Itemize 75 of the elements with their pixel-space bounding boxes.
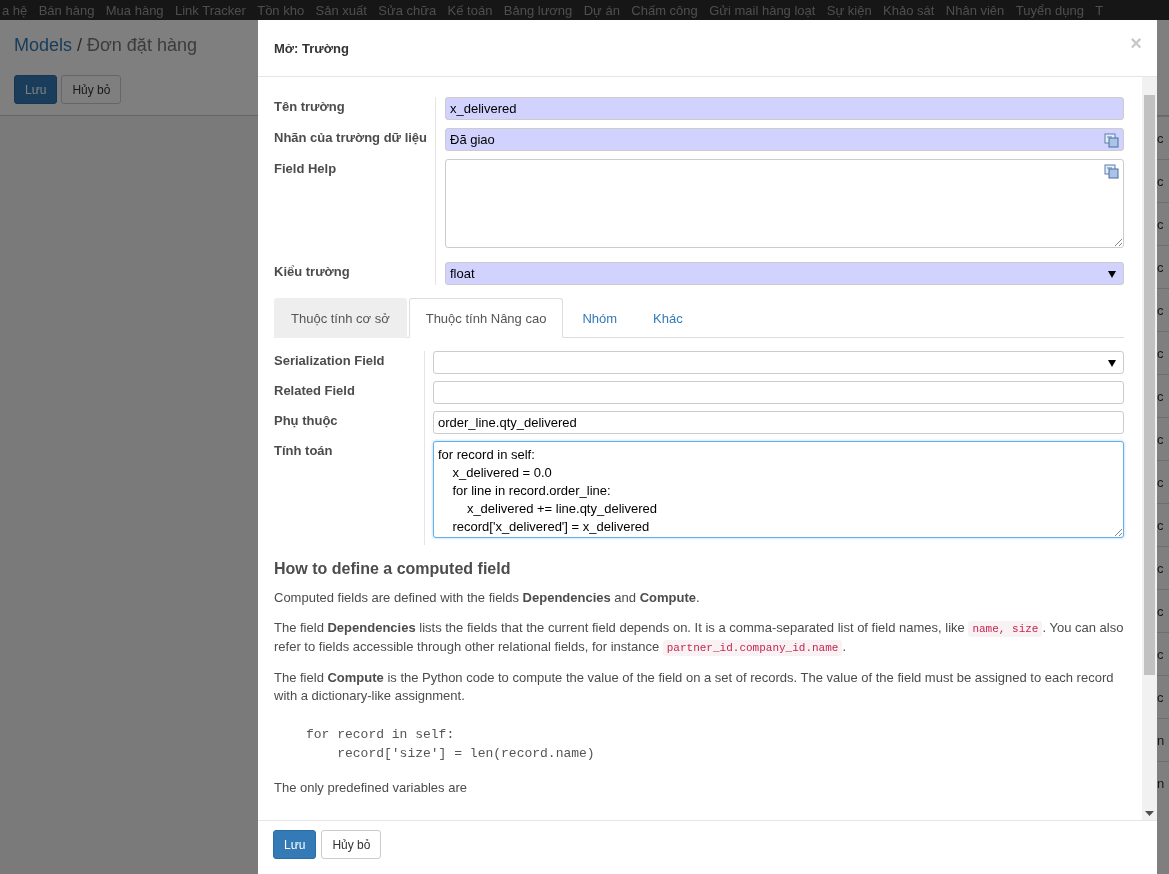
list-cell-text: c: [1157, 130, 1164, 146]
field-label: Nhãn của trường dữ liệu: [274, 129, 428, 145]
list-cell-text: c: [1157, 345, 1164, 361]
text-field[interactable]: [433, 381, 1124, 404]
list-cell-text: c: [1157, 388, 1164, 404]
list-cell-text: c: [1157, 474, 1164, 490]
menu-item[interactable]: Tuyển dụng: [1015, 2, 1084, 18]
translation-icon[interactable]: [1104, 133, 1119, 148]
field-label: Serialization Field: [274, 352, 385, 368]
text-field[interactable]: x_delivered: [445, 97, 1124, 120]
menu-item[interactable]: Mua hàng: [105, 2, 164, 18]
list-cell-text: c: [1157, 216, 1164, 232]
menu-item[interactable]: Bảng lương: [503, 2, 573, 18]
discard-button[interactable]: Hủy bỏ: [321, 830, 382, 859]
textarea-field[interactable]: [445, 159, 1124, 248]
code-example: for record in self: record['size'] = len(record.name): [306, 726, 596, 763]
list-cell-text: c: [1157, 689, 1164, 705]
help-paragraph: The field Dependencies lists the fields that the current field depends on. It is a comma-separated list of field names, like name, size . You can also refer to fields accessible through other relational fields, for instance partner_id.company_id.name .: [274, 619, 1124, 657]
list-cell-text: n: [1157, 732, 1165, 748]
resize-handle-icon[interactable]: [1114, 528, 1122, 536]
breadcrumb-current: Đơn đặt hàng: [87, 35, 197, 56]
menu-item[interactable]: Sửa chữa: [378, 2, 437, 18]
menu-item[interactable]: Gửi mail hàng loạt: [709, 2, 816, 18]
help-heading: How to define a computed field: [274, 560, 512, 578]
caret-icon: [1108, 270, 1116, 278]
menu-item[interactable]: Khảo sát: [883, 2, 935, 18]
field-label: Related Field: [274, 382, 355, 398]
help-paragraph: Computed fields are defined with the fields Dependencies and Compute.: [274, 589, 701, 607]
scrollbar[interactable]: [1142, 77, 1157, 820]
menu-item[interactable]: Nhân viên: [945, 2, 1005, 18]
tab[interactable]: Thuộc tính Nâng cao: [408, 298, 564, 338]
list-cell-text: c: [1157, 259, 1164, 275]
tab[interactable]: Nhóm: [565, 298, 635, 338]
list-cell-text: n: [1157, 775, 1165, 791]
translation-icon[interactable]: [1104, 164, 1119, 179]
field-label: Tính toán: [274, 442, 333, 458]
select-field[interactable]: [433, 351, 1124, 374]
help-paragraph: The only predefined variables are: [274, 779, 468, 797]
list-cell-text: c: [1157, 302, 1164, 318]
close-button[interactable]: ×: [1130, 33, 1142, 53]
list-cell-text: c: [1157, 603, 1164, 619]
list-cell-text: c: [1157, 560, 1164, 576]
menu-item[interactable]: a hệ: [2, 2, 28, 18]
breadcrumb-link[interactable]: Models: [14, 35, 73, 56]
list-cell-text: c: [1157, 431, 1164, 447]
field-label: Tên trường: [274, 98, 345, 114]
tab[interactable]: Thuộc tính cơ sở: [274, 298, 407, 338]
save-button[interactable]: Lưu: [14, 75, 58, 104]
arrow-down-icon[interactable]: [1145, 811, 1154, 817]
textarea-field[interactable]: for record in self: x_delivered = 0.0 for line in record.order_line: x_delivered += line.qty_delivered record['x_delivered'] = x_delivered: [433, 441, 1124, 538]
field-label: Field Help: [274, 160, 337, 176]
menu-item[interactable]: Tồn kho: [257, 2, 305, 18]
list-cell-text: c: [1157, 646, 1164, 662]
list-cell-text: c: [1157, 517, 1164, 533]
menu-item[interactable]: Kế toán: [447, 2, 493, 18]
field-label: Kiểu trường: [274, 263, 350, 279]
menu-item[interactable]: Dự án: [583, 2, 620, 18]
field-label: Phụ thuộc: [274, 412, 338, 428]
menu-item[interactable]: Sản xuất: [315, 2, 367, 18]
menu-item[interactable]: Link Tracker: [175, 2, 246, 18]
menu-item[interactable]: Chấm công: [631, 2, 698, 18]
caret-icon: [1108, 359, 1116, 367]
text-field[interactable]: Đã giao: [445, 128, 1124, 151]
dialog-title: Mở: Trường: [274, 40, 349, 56]
menu-item[interactable]: T: [1095, 2, 1104, 18]
resize-handle-icon[interactable]: [1114, 238, 1122, 246]
save-button[interactable]: Lưu: [273, 830, 317, 859]
help-paragraph: The field Compute is the Python code to compute the value of the field on a set of records. The value of the field must be assigned to each record with a dictionary-like assignment.: [274, 669, 1115, 705]
breadcrumb-separator: /: [77, 35, 83, 56]
list-cell-text: c: [1157, 173, 1164, 189]
select-field[interactable]: float: [445, 262, 1124, 285]
tab[interactable]: Khác: [636, 298, 700, 338]
text-field[interactable]: order_line.qty_delivered: [433, 411, 1124, 434]
discard-button[interactable]: Hủy bỏ: [61, 75, 122, 104]
menu-item[interactable]: Bán hàng: [38, 2, 95, 18]
